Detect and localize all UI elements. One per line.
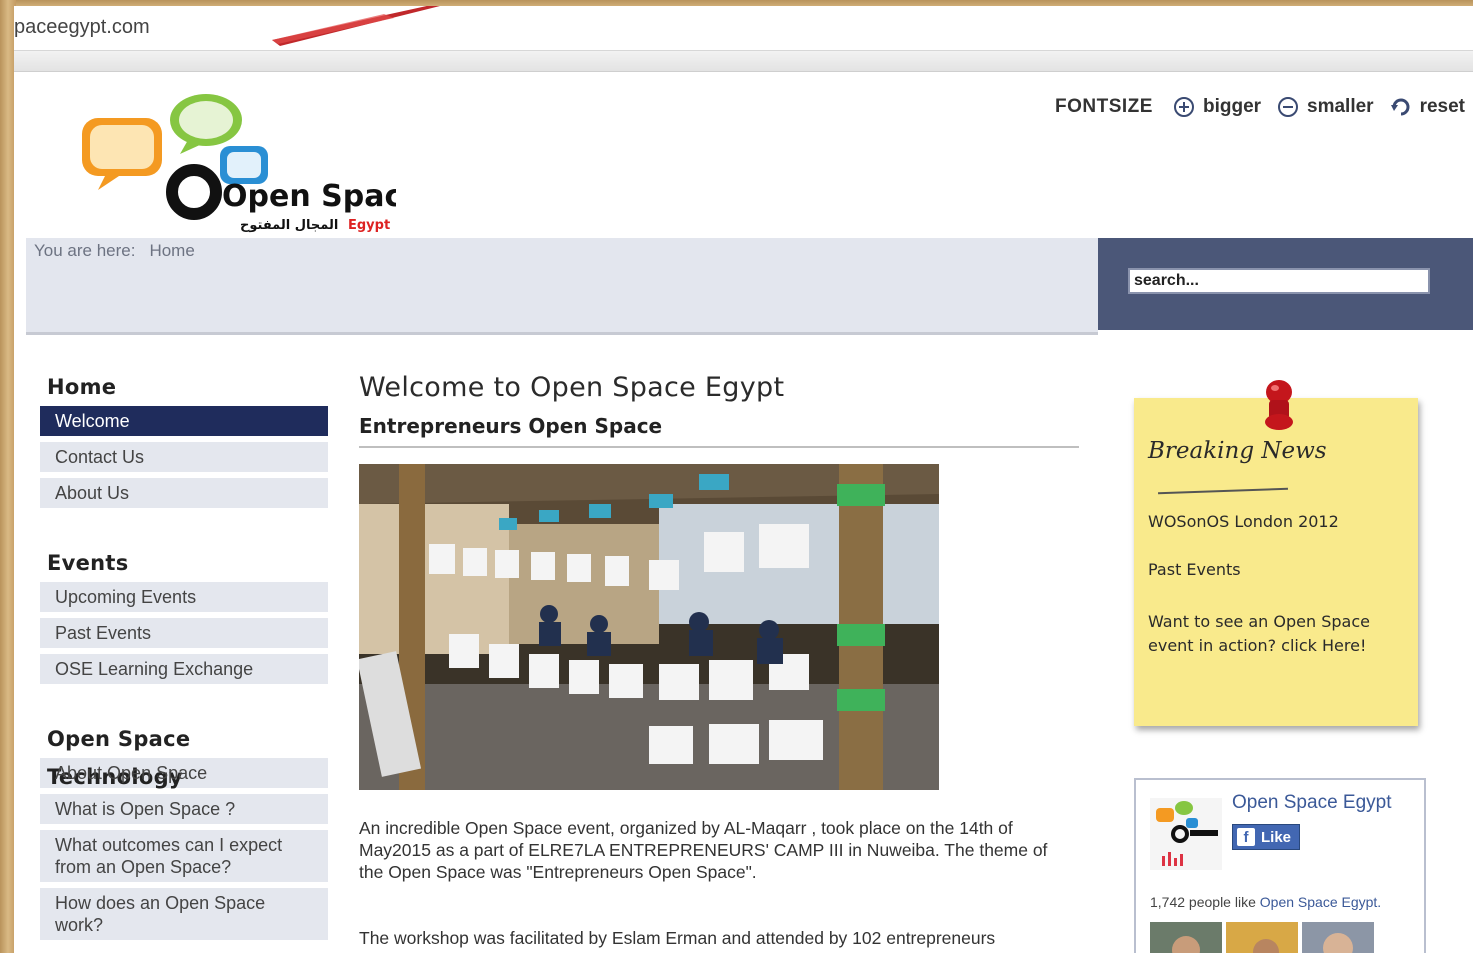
breadcrumb-prefix: You are here: bbox=[34, 241, 136, 260]
pushpin-icon bbox=[1265, 380, 1293, 430]
note-paper: Breaking News WOSonOS London 2012 Past E… bbox=[1134, 398, 1418, 726]
facebook-like-box: Open Space Egypt f Like 1,742 people lik… bbox=[1134, 778, 1426, 953]
browser-toolbar bbox=[14, 51, 1473, 72]
reset-button[interactable]: reset bbox=[1390, 96, 1465, 118]
reset-arrow-icon bbox=[1390, 98, 1410, 116]
reset-label: reset bbox=[1419, 96, 1465, 117]
sidebar-heading-open-space-technology: Open Space Technology bbox=[47, 727, 191, 789]
facebook-like-button[interactable]: f Like bbox=[1232, 824, 1300, 850]
sidebar-item-contact-us[interactable]: Contact Us bbox=[40, 442, 328, 472]
sidebar-item-what-outcomes[interactable]: What outcomes can I expect from an Open … bbox=[40, 830, 328, 882]
sidebar-item-what-is-open-space[interactable]: What is Open Space ? bbox=[40, 794, 328, 824]
event-photo bbox=[356, 464, 939, 790]
bigger-label: bigger bbox=[1202, 96, 1262, 117]
open-space-logo[interactable]: Open Space المجال المفتوح Egypt bbox=[76, 90, 396, 235]
facebook-like-label: Like bbox=[1261, 828, 1292, 846]
facebook-page-name[interactable]: Open Space Egypt bbox=[1232, 792, 1392, 814]
search-panel bbox=[1098, 238, 1473, 330]
url-text[interactable]: paceegypt.com bbox=[14, 16, 150, 39]
fan-avatar[interactable] bbox=[1302, 922, 1374, 953]
facebook-page-thumbnail[interactable] bbox=[1150, 798, 1222, 870]
breadcrumb-home-link[interactable]: Home bbox=[149, 241, 194, 260]
facebook-count-page-link[interactable]: Open Space Egypt. bbox=[1260, 894, 1381, 910]
smaller-label: smaller bbox=[1307, 96, 1374, 117]
note-link-click-here[interactable]: Want to see an Open Space event in actio… bbox=[1148, 610, 1398, 658]
sidebar-item-welcome[interactable]: Welcome bbox=[40, 406, 328, 436]
sidebar-item-past-events[interactable]: Past Events bbox=[40, 618, 328, 648]
note-underline bbox=[1158, 487, 1288, 495]
logo-arabic: المجال المفتوح bbox=[240, 218, 338, 233]
main-content: Welcome to Open Space Egypt Entrepreneur… bbox=[356, 368, 1079, 949]
facebook-f-icon: f bbox=[1237, 828, 1255, 846]
red-arrow-icon bbox=[272, 6, 440, 46]
logo-text: Open Space bbox=[222, 179, 396, 214]
sidebar-item-upcoming-events[interactable]: Upcoming Events bbox=[40, 582, 328, 612]
web-page: Open Space المجال المفتوح Egypt FONTSIZE… bbox=[14, 72, 1473, 953]
facebook-fan-faces bbox=[1150, 922, 1374, 953]
sidebar-heading-home: Home bbox=[47, 375, 117, 399]
bigger-button[interactable]: bigger bbox=[1173, 96, 1261, 118]
breadcrumb-bar: You are here: Home bbox=[26, 238, 1098, 335]
fan-avatar[interactable] bbox=[1226, 922, 1298, 953]
search-input[interactable] bbox=[1128, 268, 1430, 294]
sidebar-item-about-open-space[interactable]: About Open Space bbox=[40, 758, 328, 788]
sidebar-item-ose-learning-exchange[interactable]: OSE Learning Exchange bbox=[40, 654, 328, 684]
article-paragraph-1: An incredible Open Space event, organize… bbox=[359, 818, 1048, 882]
note-link-past-events[interactable]: Past Events bbox=[1148, 560, 1241, 579]
facebook-like-count: 1,742 people like Open Space Egypt. bbox=[1150, 894, 1382, 910]
fontsize-controls: FONTSIZE bigger smaller reset bbox=[1055, 96, 1465, 118]
note-link-wosonos[interactable]: WOSonOS London 2012 bbox=[1148, 512, 1339, 531]
sidebar-item-about-us[interactable]: About Us bbox=[40, 478, 328, 508]
breaking-news-note: Breaking News WOSonOS London 2012 Past E… bbox=[1134, 378, 1424, 738]
sidebar-heading-events: Events bbox=[47, 551, 129, 575]
fan-avatar[interactable] bbox=[1150, 922, 1222, 953]
article-title[interactable]: Entrepreneurs Open Space bbox=[359, 414, 1079, 448]
left-sidebar: Home Welcome Contact Us About Us Events … bbox=[40, 368, 328, 946]
note-title: Breaking News bbox=[1148, 438, 1327, 464]
page-title: Welcome to Open Space Egypt bbox=[359, 372, 785, 403]
plus-circle-icon bbox=[1173, 97, 1194, 117]
logo-country: Egypt bbox=[348, 218, 390, 233]
breadcrumb: You are here: Home bbox=[34, 241, 195, 261]
article-paragraph-2: The workshop was facilitated by Eslam Er… bbox=[359, 928, 996, 948]
fontsize-label: FONTSIZE bbox=[1055, 96, 1153, 117]
browser-window: paceegypt.com Open Space المجال المفتوح … bbox=[14, 6, 1473, 953]
minus-circle-icon bbox=[1278, 97, 1299, 117]
smaller-button[interactable]: smaller bbox=[1277, 96, 1374, 118]
address-bar[interactable]: paceegypt.com bbox=[14, 6, 1473, 51]
sidebar-item-how-does-it-work[interactable]: How does an Open Space work? bbox=[40, 888, 328, 940]
